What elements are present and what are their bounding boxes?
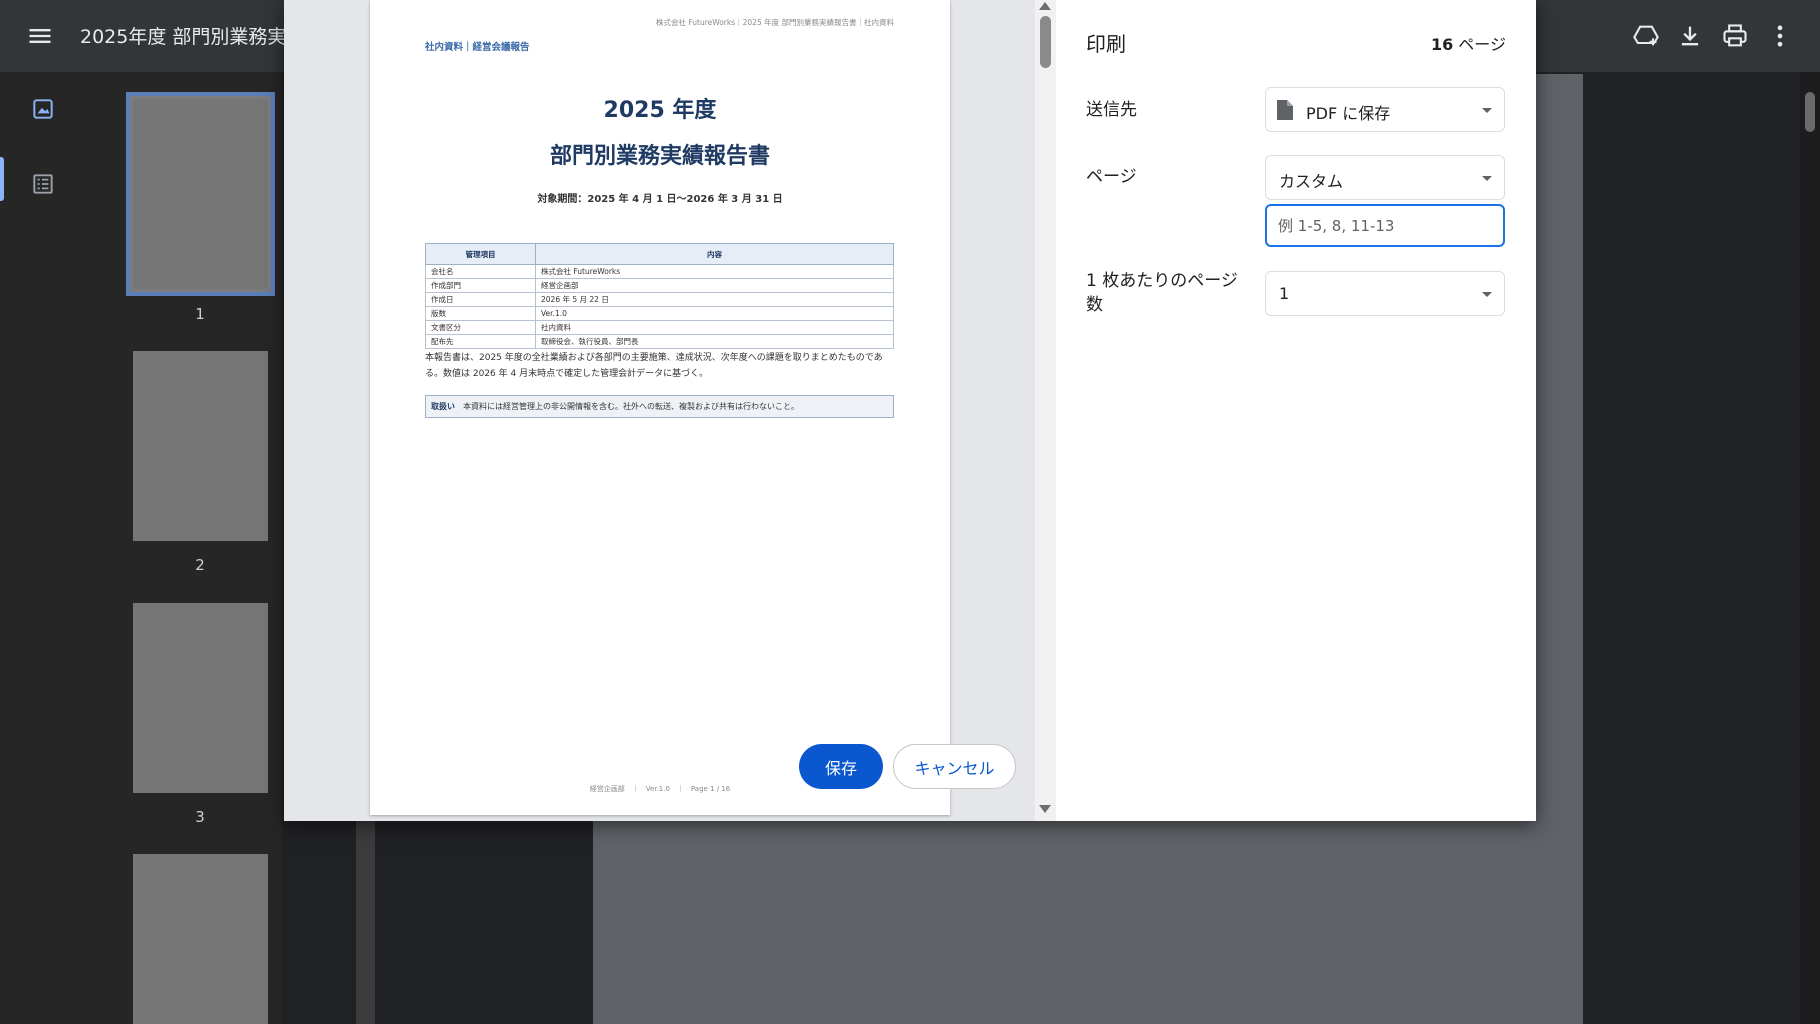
pages-per-sheet-select[interactable]: 1 (1265, 271, 1505, 316)
table-row: 配布先 取締役会、執行役員、部門長 (425, 334, 894, 349)
cancel-button[interactable]: キャンセル (893, 744, 1016, 789)
pages-per-sheet-label: 1 枚あたりのページ数 (1086, 271, 1238, 315)
doc-title-line1: 2025 年度 (603, 98, 717, 123)
scroll-up-arrow-icon[interactable] (1039, 2, 1051, 10)
preview-page: 株式会社 FutureWorks｜2025 年度 部門別業務実績報告書｜社内資料… (370, 0, 950, 815)
page-count-unit: ページ (1453, 35, 1506, 54)
table-row: 会社名 株式会社 FutureWorks (425, 264, 894, 279)
table-cell: Ver.1.0 (535, 306, 894, 321)
more-vert-icon[interactable] (1766, 22, 1794, 50)
table-header: 管理項目 (425, 243, 536, 265)
pages-select[interactable]: カスタム (1265, 155, 1505, 200)
destination-select[interactable]: PDF に保存 (1265, 87, 1505, 132)
table-cell: 株式会社 FutureWorks (535, 264, 894, 279)
page-category: 社内資料｜経営会議報告 (425, 42, 530, 53)
doc-handling-notice: 取扱い 本資料には経営管理上の非公開情報を含む。社外への転送、複製および共有は行わ… (425, 395, 894, 418)
table-cell: 配布先 (425, 334, 536, 349)
table-cell: 作成部門 (425, 278, 536, 293)
table-cell: 作成日 (425, 292, 536, 307)
chevron-down-icon (1482, 108, 1492, 113)
destination-value: PDF に保存 (1306, 104, 1391, 123)
table-cell: 版数 (425, 306, 536, 321)
page-count-number: 16 (1430, 35, 1454, 54)
total-pages: 16 ページ (1431, 31, 1506, 55)
destination-label: 送信先 (1086, 100, 1137, 120)
page-thumbnail-3[interactable] (133, 603, 268, 793)
thumbnail-number: 2 (195, 556, 205, 574)
thumbnail-number: 3 (195, 808, 205, 826)
table-cell: 文書区分 (425, 320, 536, 335)
print-preview: 株式会社 FutureWorks｜2025 年度 部門別業務実績報告書｜社内資料… (284, 0, 1035, 821)
doc-period: 対象期間：2025 年 4 月 1 日〜2026 年 3 月 31 日 (537, 194, 783, 205)
doc-title-line2: 部門別業務実績報告書 (549, 144, 770, 169)
page-running-header: 株式会社 FutureWorks｜2025 年度 部門別業務実績報告書｜社内資料 (655, 18, 894, 27)
pages-per-sheet-value: 1 (1279, 284, 1290, 303)
table-row: 作成部門 経営企画部 (425, 278, 894, 293)
table-cell: 取締役会、執行役員、部門長 (535, 334, 894, 349)
page-thumbnail-1[interactable] (126, 92, 275, 296)
add-to-drive-icon[interactable] (1632, 22, 1660, 50)
pages-label: ページ (1086, 167, 1137, 187)
thumbnails-icon[interactable] (30, 96, 56, 122)
table-cell: 会社名 (425, 264, 536, 279)
table-cell: 2026 年 5 月 22 日 (535, 292, 894, 307)
print-icon[interactable] (1721, 22, 1749, 50)
chevron-down-icon (1482, 176, 1492, 181)
notice-label: 取扱い (431, 402, 455, 411)
table-header: 内容 (535, 243, 894, 265)
active-view-indicator (0, 157, 4, 201)
thumbnail-number: 1 (195, 305, 205, 323)
table-row: 文書区分 社内資料 (425, 320, 894, 335)
print-dialog: 株式会社 FutureWorks｜2025 年度 部門別業務実績報告書｜社内資料… (284, 0, 1536, 821)
page-thumbnail-4[interactable] (133, 854, 268, 1024)
download-icon[interactable] (1676, 22, 1704, 50)
doc-body-text: 本報告書は、2025 年度の全社業績および各部門の主要施策、達成状況、次年度への… (425, 353, 883, 379)
outline-icon[interactable] (30, 171, 56, 197)
menu-icon[interactable] (26, 22, 54, 50)
pages-value: カスタム (1279, 172, 1344, 191)
page-thumbnail-2[interactable] (133, 351, 268, 541)
chevron-down-icon (1482, 292, 1492, 297)
table-cell: 社内資料 (535, 320, 894, 335)
viewer-scrollbar[interactable] (1800, 72, 1820, 1024)
print-settings-panel: 印刷 16 ページ 送信先 PDF に保存 ページ カスタム 1 枚あたりのペー… (1056, 0, 1536, 821)
page-range-input[interactable] (1265, 204, 1505, 247)
notice-text: 本資料には経営管理上の非公開情報を含む。社外への転送、複製および共有は行わないこ… (463, 402, 799, 411)
save-button[interactable]: 保存 (799, 744, 883, 789)
table-row: 作成日 2026 年 5 月 22 日 (425, 292, 894, 307)
document-icon (1277, 100, 1293, 120)
scroll-down-arrow-icon[interactable] (1039, 805, 1051, 813)
preview-scrollbar[interactable] (1035, 0, 1056, 821)
table-cell: 経営企画部 (535, 278, 894, 293)
viewer-page-edge (356, 820, 375, 1024)
doc-info-table: 管理項目 内容 会社名 株式会社 FutureWorks 作成部門 経営企画部 作成… (425, 243, 894, 349)
scroll-thumb[interactable] (1040, 16, 1051, 68)
table-row: 版数 Ver.1.0 (425, 306, 894, 321)
dialog-title: 印刷 (1086, 32, 1126, 56)
